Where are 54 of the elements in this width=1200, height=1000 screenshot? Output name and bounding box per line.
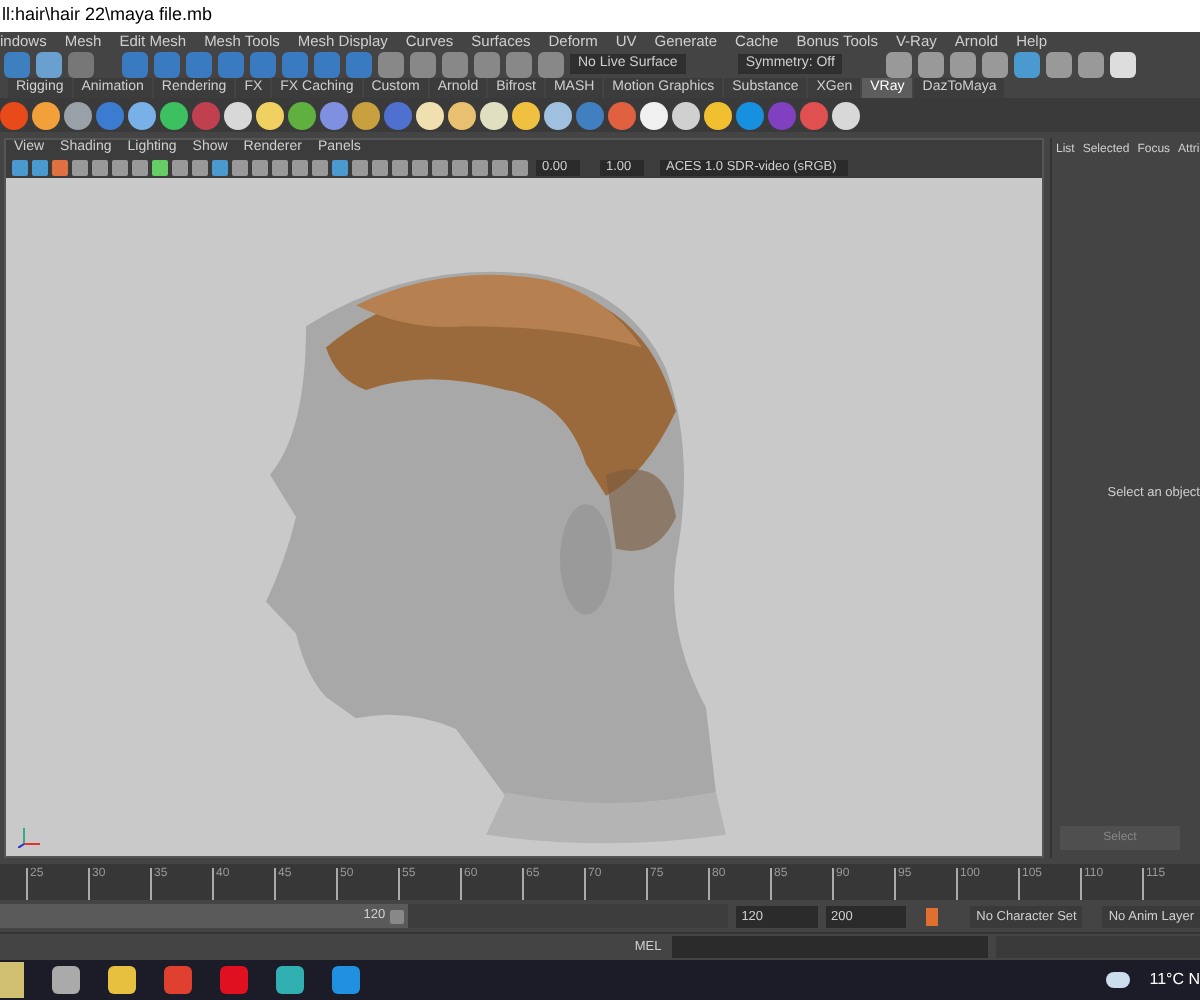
tool-icon[interactable] <box>68 51 94 77</box>
render-icon[interactable] <box>918 51 945 77</box>
shelf-icon[interactable] <box>512 101 540 129</box>
window-title: ll:hair\hair 22\maya file.mb <box>2 2 213 29</box>
shelf-icon[interactable] <box>32 101 60 129</box>
snap-icon[interactable] <box>346 51 372 77</box>
tool-icon[interactable] <box>36 51 62 77</box>
tool-icon[interactable] <box>4 51 30 77</box>
taskbar-app-icon[interactable] <box>52 966 80 994</box>
shelf-icon[interactable] <box>672 101 700 129</box>
shelf-icon[interactable] <box>416 101 444 129</box>
shelf-icon[interactable] <box>160 101 188 129</box>
shelf-icon[interactable] <box>256 101 284 129</box>
render-icon[interactable] <box>950 51 977 77</box>
snap-icon[interactable] <box>282 51 308 77</box>
shelf-icon[interactable] <box>640 101 668 129</box>
taskbar-app-icon[interactable] <box>108 966 136 994</box>
snap-icon[interactable] <box>314 51 340 77</box>
tool-icon[interactable] <box>378 51 404 77</box>
snap-icon[interactable] <box>250 51 276 77</box>
snap-icon[interactable] <box>122 51 148 77</box>
command-field[interactable] <box>672 936 988 958</box>
shelf-icon[interactable] <box>448 101 476 129</box>
weather-label: 11°C N <box>1149 968 1200 992</box>
shelf-icon[interactable] <box>544 101 572 129</box>
tool-icon[interactable] <box>506 51 532 77</box>
shelf-icon[interactable] <box>288 101 316 129</box>
cloud-icon <box>1105 972 1130 988</box>
taskbar-app-icon[interactable] <box>164 966 192 994</box>
tool-icon[interactable] <box>410 51 436 77</box>
tool-icon[interactable] <box>474 51 500 77</box>
tool-icon[interactable] <box>442 51 468 77</box>
render-icon[interactable] <box>1046 51 1073 77</box>
axis-icon <box>18 824 42 848</box>
taskbar-app-icon[interactable] <box>276 966 304 994</box>
render-icon[interactable] <box>886 51 913 77</box>
shelf-icon[interactable] <box>704 101 732 129</box>
shelf-icon[interactable] <box>128 101 156 129</box>
start-icon[interactable] <box>0 962 24 998</box>
render-icon[interactable] <box>1014 51 1041 77</box>
shelf-icon[interactable] <box>832 101 860 129</box>
shelf-icon[interactable] <box>64 101 92 129</box>
render-icon[interactable] <box>982 51 1009 77</box>
snap-icon[interactable] <box>186 51 212 77</box>
tool-icon[interactable] <box>538 51 564 77</box>
render-icon[interactable] <box>1078 51 1105 77</box>
taskbar-app-icon[interactable] <box>332 966 360 994</box>
key-icon[interactable] <box>926 907 939 925</box>
snap-icon[interactable] <box>218 51 244 77</box>
shelf-icon[interactable] <box>224 101 252 129</box>
shelf-icon[interactable] <box>352 101 380 129</box>
render-icon[interactable] <box>1110 51 1137 77</box>
shelf-icon[interactable] <box>480 101 508 129</box>
snap-icon[interactable] <box>154 51 180 77</box>
